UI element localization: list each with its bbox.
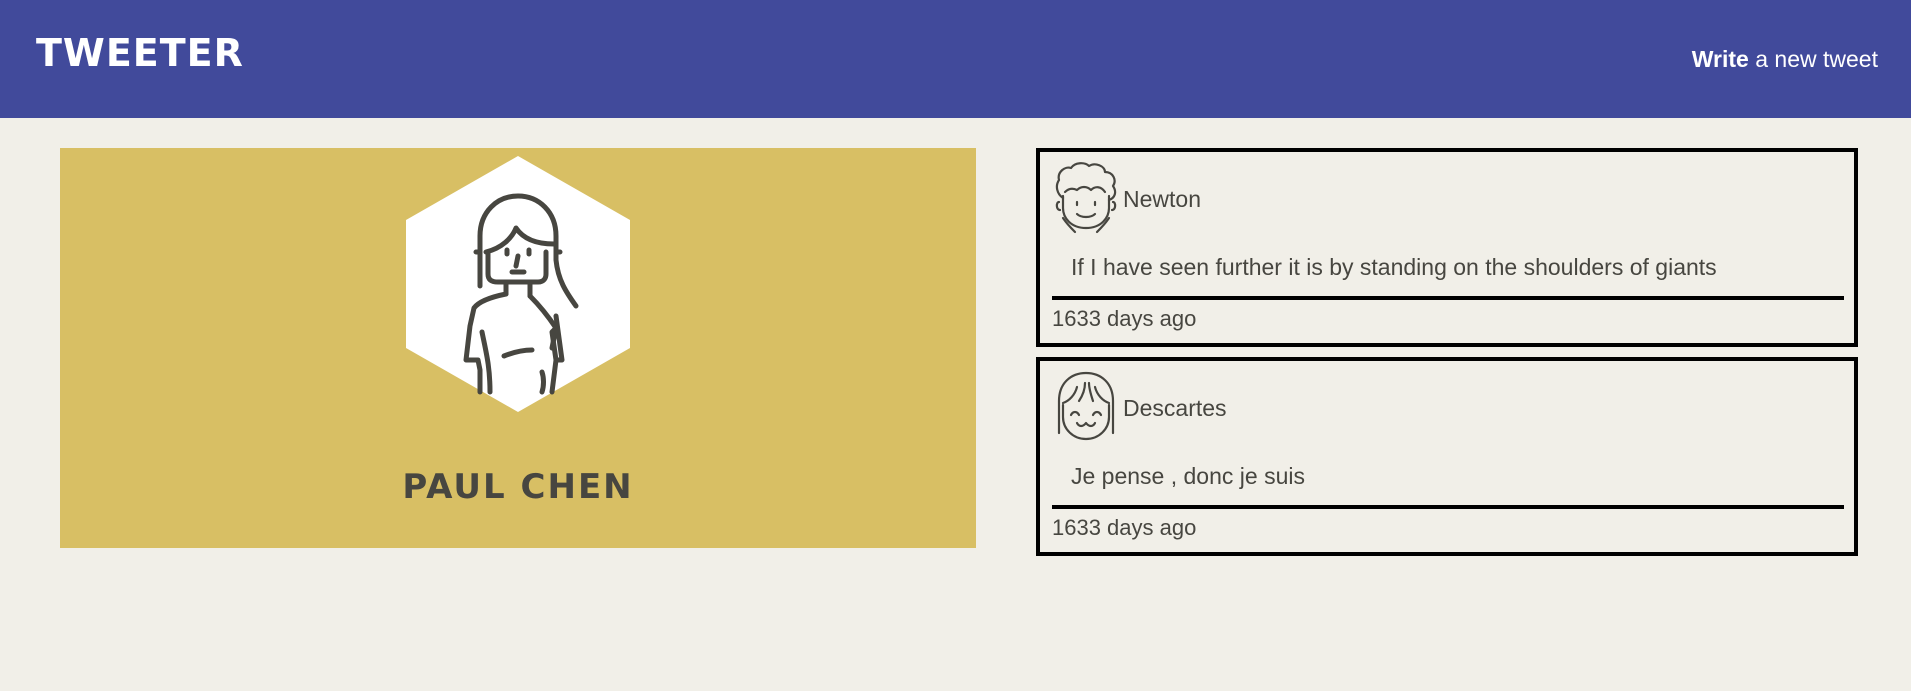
write-link-strong-text: Write xyxy=(1691,46,1749,72)
tweet-author-avatar xyxy=(1053,162,1119,234)
tweet-timestamp: 1633 days ago xyxy=(1052,515,1197,540)
tweet-card: Descartes Je pense , donc je suis 1633 d… xyxy=(1036,357,1858,556)
write-link-rest-text: a new tweet xyxy=(1748,46,1878,72)
woman-avatar-icon xyxy=(406,156,630,412)
tweet-card: Newton If I have seen further it is by s… xyxy=(1036,148,1858,347)
write-new-tweet-link[interactable]: Write a new tweet xyxy=(1692,44,1878,74)
tweet-author-name[interactable]: Newton xyxy=(1123,184,1201,214)
tweet-divider xyxy=(1052,505,1844,509)
smiling-face-icon xyxy=(1057,371,1115,441)
tweet-author-avatar xyxy=(1053,371,1119,443)
profile-name: PAUL CHEN xyxy=(402,467,634,507)
tweet-content: If I have seen further it is by standing… xyxy=(1071,254,1717,280)
top-navigation-bar: TWEETER Write a new tweet xyxy=(0,0,1911,118)
tweet-content: Je pense , donc je suis xyxy=(1071,463,1305,489)
profile-avatar xyxy=(406,156,630,412)
tweet-divider xyxy=(1052,296,1844,300)
app-logo[interactable]: TWEETER xyxy=(36,30,244,76)
tweet-author-name[interactable]: Descartes xyxy=(1123,393,1227,423)
curly-hair-face-icon xyxy=(1055,162,1117,234)
tweet-timestamp: 1633 days ago xyxy=(1052,306,1197,331)
profile-card: PAUL CHEN xyxy=(60,148,976,548)
